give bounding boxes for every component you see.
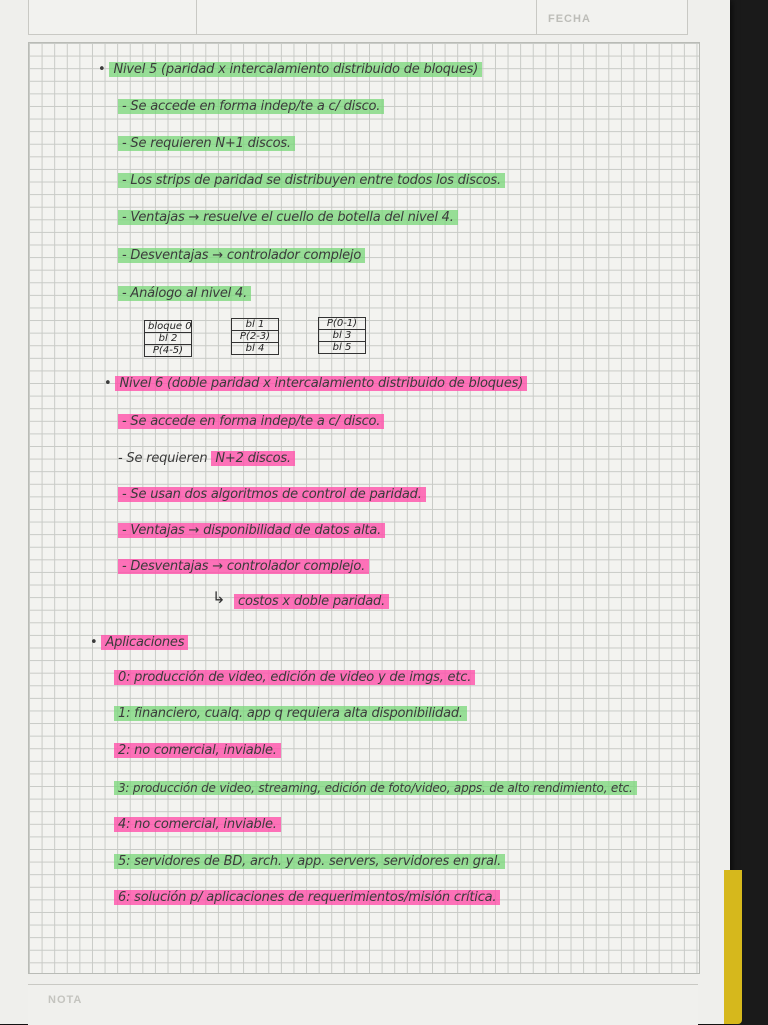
level6-item: - Ventajas → disponibilidad de datos alt… xyxy=(118,521,386,541)
notebook-cover-edge xyxy=(724,870,742,1024)
bullet-icon: • xyxy=(90,635,98,650)
app-item: 5: servidores de BD, arch. y app. server… xyxy=(114,852,506,872)
disk-block: bl 3 xyxy=(319,330,365,342)
disk-diagram-2: P(0-1) bl 3 bl 5 xyxy=(318,317,366,354)
disk-block: P(4-5) xyxy=(152,345,184,356)
level6-item: costos x doble paridad. xyxy=(234,592,390,612)
disk-block: bl 2 xyxy=(145,333,191,345)
disk-block: bl 4 xyxy=(245,343,265,354)
level5-item: - Los strips de paridad se distribuyen e… xyxy=(118,171,505,191)
apps-heading: • Aplicaciones xyxy=(90,633,189,653)
bullet-icon: • xyxy=(104,376,112,391)
level6-item: - Se usan dos algoritmos de control de p… xyxy=(118,485,426,505)
disk-block: P(2-3) xyxy=(232,331,278,343)
level5-item: - Análogo al nivel 4. xyxy=(118,284,252,304)
disk-block: bloque 0 xyxy=(145,321,192,333)
disk-block: bl 5 xyxy=(332,342,352,353)
level5-item: - Ventajas → resuelve el cuello de botel… xyxy=(118,208,458,228)
level5-item: - Desventajas → controlador complejo xyxy=(118,246,366,266)
notebook-page: FECHA • Nivel 5 (paridad x intercalamient… xyxy=(0,0,730,1025)
disk-diagram-1: bl 1 P(2-3) bl 4 xyxy=(231,318,279,355)
level5-heading: • Nivel 5 (paridad x intercalamiento dist… xyxy=(98,60,483,80)
app-item: 6: solución p/ aplicaciones de requerimi… xyxy=(114,888,501,908)
app-item: 0: producción de video, edición de video… xyxy=(114,668,476,688)
level6-item: - Se requieren N+2 discos. xyxy=(118,449,295,469)
bullet-icon: • xyxy=(98,62,106,77)
level6-item: - Se accede en forma indep/te a c/ disco… xyxy=(118,412,385,432)
app-item: 4: no comercial, inviable. xyxy=(114,815,281,835)
level5-item: - Se requieren N+1 discos. xyxy=(118,134,295,154)
header-cell xyxy=(196,0,538,35)
level6-heading: • Nivel 6 (doble paridad x intercalamient… xyxy=(104,374,528,394)
disk-block: P(0-1) xyxy=(319,318,365,330)
disk-diagram-0: bloque 0 bl 2 P(4-5) xyxy=(144,320,192,357)
note-label: NOTA xyxy=(48,994,83,1006)
disk-block: bl 1 xyxy=(232,319,278,331)
app-item: 2: no comercial, inviable. xyxy=(114,741,281,761)
level6-item: - Desventajas → controlador complejo. xyxy=(118,557,370,577)
app-item: 1: financiero, cualq. app q requiera alt… xyxy=(114,704,467,724)
footer-note-area xyxy=(28,984,698,1025)
app-item: 3: producción de video, streaming, edici… xyxy=(114,778,637,798)
header-cell xyxy=(28,0,198,35)
level5-item: - Se accede en forma indep/te a c/ disco… xyxy=(118,97,385,117)
date-label: FECHA xyxy=(548,13,591,25)
hook-arrow-icon: ↳ xyxy=(212,588,226,607)
